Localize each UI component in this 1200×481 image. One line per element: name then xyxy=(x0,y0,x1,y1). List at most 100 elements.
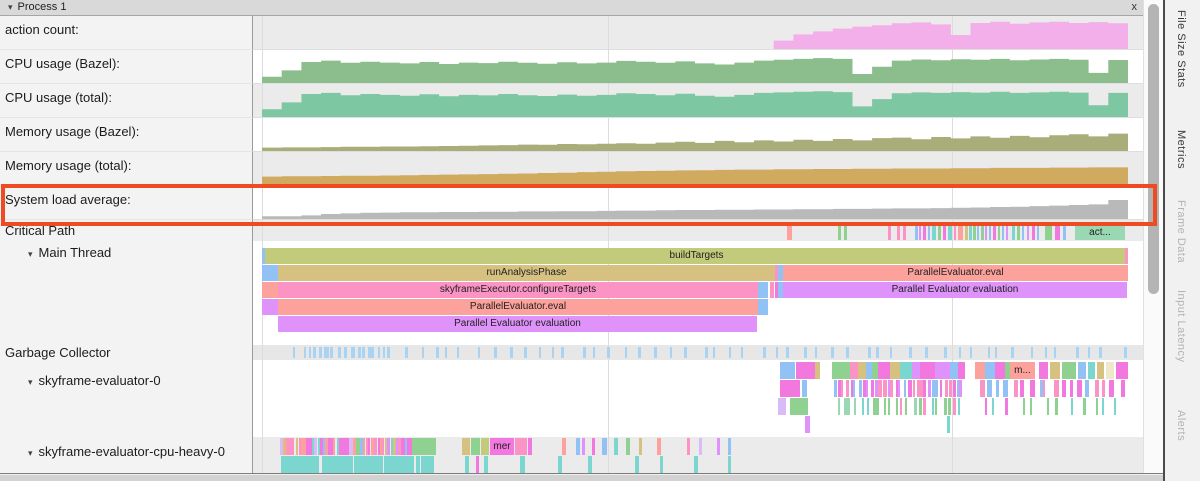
trace-tick[interactable] xyxy=(558,456,562,473)
trace-tick[interactable] xyxy=(344,347,347,358)
trace-tick[interactable] xyxy=(582,438,585,455)
trace-tick[interactable] xyxy=(338,347,341,358)
vertical-scrollbar[interactable] xyxy=(1143,0,1163,473)
trace-tick[interactable] xyxy=(368,438,370,455)
tab-input-latency[interactable]: Input Latency xyxy=(1175,290,1187,363)
trace-slice[interactable]: act... xyxy=(1075,226,1125,240)
trace-tick[interactable] xyxy=(1109,380,1114,397)
trace-tick[interactable] xyxy=(1039,362,1048,379)
trace-tick[interactable] xyxy=(1027,226,1029,240)
trace-slice[interactable]: ParallelEvaluator.eval xyxy=(278,299,758,315)
vertical-scrollbar-thumb[interactable] xyxy=(1148,4,1159,294)
main-thread-track[interactable]: buildTargets runAnalysisPhaseParallelEva… xyxy=(253,241,1143,345)
trace-slice[interactable]: Parallel Evaluator evaluation xyxy=(783,282,1127,298)
trace-tick[interactable] xyxy=(387,438,390,455)
trace-tick[interactable] xyxy=(588,456,592,473)
trace-tick[interactable] xyxy=(515,438,527,455)
trace-tick[interactable] xyxy=(948,398,951,415)
trace-tick[interactable] xyxy=(876,347,879,358)
trace-tick[interactable] xyxy=(1124,347,1127,358)
counter-track[interactable] xyxy=(253,50,1143,84)
trace-tick[interactable] xyxy=(780,380,800,397)
trace-tick[interactable] xyxy=(847,398,850,415)
trace-tick[interactable] xyxy=(654,347,657,358)
trace-tick[interactable] xyxy=(878,362,890,379)
trace-tick[interactable] xyxy=(904,380,906,397)
trace-tick[interactable] xyxy=(954,226,956,240)
trace-tick[interactable] xyxy=(418,456,420,473)
trace-tick[interactable] xyxy=(476,456,479,473)
trace-tick[interactable] xyxy=(977,226,979,240)
trace-tick[interactable] xyxy=(878,380,882,397)
trace-tick[interactable] xyxy=(639,438,642,455)
trace-tick[interactable] xyxy=(923,380,926,397)
trace-tick[interactable] xyxy=(465,456,469,473)
trace-tick[interactable] xyxy=(938,226,941,240)
trace-tick[interactable] xyxy=(1102,398,1104,415)
trace-tick[interactable] xyxy=(796,362,815,379)
trace-tick[interactable] xyxy=(741,347,743,358)
trace-tick[interactable] xyxy=(763,347,766,358)
trace-tick[interactable] xyxy=(945,380,948,397)
trace-tick[interactable] xyxy=(362,347,365,358)
trace-tick[interactable] xyxy=(484,456,488,473)
trace-tick[interactable] xyxy=(958,362,965,379)
trace-tick[interactable] xyxy=(319,347,322,358)
trace-tick[interactable] xyxy=(717,438,720,455)
trace-tick[interactable] xyxy=(1030,398,1032,415)
trace-tick[interactable] xyxy=(973,226,976,240)
trace-tick[interactable] xyxy=(407,438,412,455)
trace-tick[interactable] xyxy=(867,398,869,415)
trace-tick[interactable] xyxy=(995,362,1005,379)
trace-tick[interactable] xyxy=(969,226,972,240)
trace-tick[interactable] xyxy=(1030,380,1035,397)
trace-tick[interactable] xyxy=(657,438,661,455)
trace-tick[interactable] xyxy=(1023,398,1025,415)
trace-tick[interactable] xyxy=(602,438,607,455)
cpu-heavy-track[interactable]: mer xyxy=(253,437,1143,473)
trace-tick[interactable] xyxy=(838,226,841,240)
trace-tick[interactable] xyxy=(1020,380,1024,397)
trace-tick[interactable] xyxy=(1125,248,1128,264)
trace-tick[interactable] xyxy=(293,347,295,358)
trace-tick[interactable] xyxy=(944,347,947,358)
trace-tick[interactable] xyxy=(943,226,946,240)
trace-tick[interactable] xyxy=(1045,226,1052,240)
trace-slice[interactable]: mer xyxy=(490,438,514,455)
trace-tick[interactable] xyxy=(583,347,586,358)
trace-tick[interactable] xyxy=(841,380,843,397)
trace-tick[interactable] xyxy=(593,347,595,358)
trace-tick[interactable] xyxy=(758,299,768,315)
trace-tick[interactable] xyxy=(292,438,294,455)
trace-tick[interactable] xyxy=(965,226,968,240)
trace-tick[interactable] xyxy=(1062,380,1066,397)
trace-tick[interactable] xyxy=(862,398,864,415)
critical-path-track[interactable]: act... xyxy=(253,220,1143,241)
trace-tick[interactable] xyxy=(539,347,541,358)
trace-tick[interactable] xyxy=(428,456,434,473)
trace-tick[interactable] xyxy=(330,347,333,358)
trace-tick[interactable] xyxy=(888,398,890,415)
trace-tick[interactable] xyxy=(993,226,996,240)
trace-tick[interactable] xyxy=(1043,380,1045,397)
trace-tick[interactable] xyxy=(914,398,917,415)
trace-tick[interactable] xyxy=(831,347,834,358)
trace-tick[interactable] xyxy=(296,438,298,455)
trace-tick[interactable] xyxy=(940,380,942,397)
trace-tick[interactable] xyxy=(1006,226,1008,240)
trace-tick[interactable] xyxy=(770,282,774,298)
trace-tick[interactable] xyxy=(411,456,413,473)
trace-tick[interactable] xyxy=(1097,362,1104,379)
trace-tick[interactable] xyxy=(844,226,847,240)
trace-tick[interactable] xyxy=(422,347,424,358)
trace-tick[interactable] xyxy=(1022,226,1024,240)
trace-tick[interactable] xyxy=(802,380,807,397)
counter-track[interactable] xyxy=(253,118,1143,152)
trace-tick[interactable] xyxy=(405,347,408,358)
trace-tick[interactable] xyxy=(1063,226,1066,240)
trace-tick[interactable] xyxy=(478,347,480,358)
trace-tick[interactable] xyxy=(1055,226,1060,240)
tab-frame-data[interactable]: Frame Data xyxy=(1175,200,1187,263)
trace-tick[interactable] xyxy=(884,398,886,415)
trace-tick[interactable] xyxy=(314,438,317,455)
